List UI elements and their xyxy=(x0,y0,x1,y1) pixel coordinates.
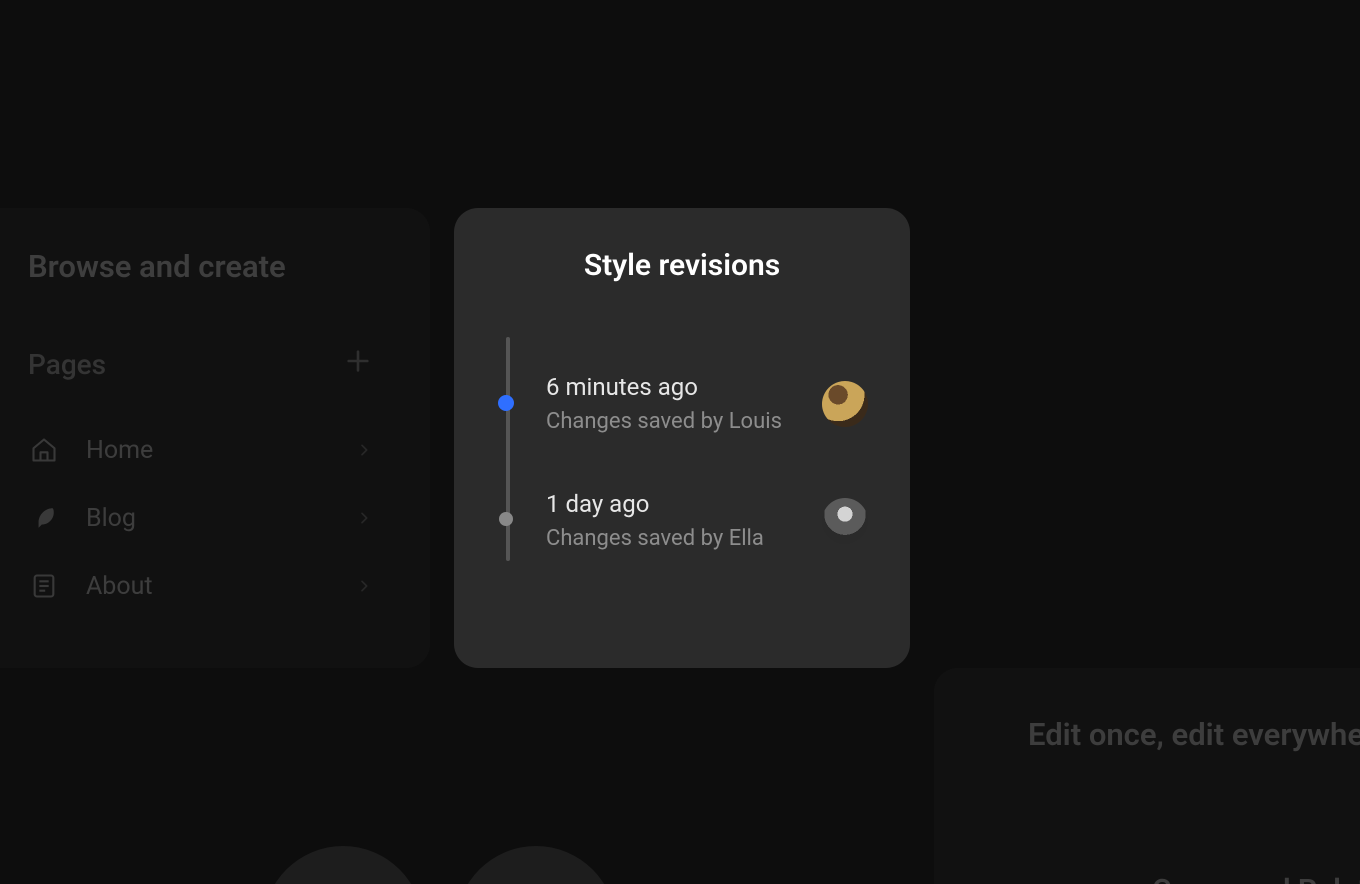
feather-icon xyxy=(28,502,60,534)
revision-item[interactable]: 1 day ago Changes saved by Ella xyxy=(546,490,868,551)
timeline-dot-icon xyxy=(498,395,514,411)
page-label: Home xyxy=(86,436,330,465)
page-row-home[interactable]: Home xyxy=(28,416,400,484)
command-palette-label: Command Palette xyxy=(1028,873,1360,884)
browse-create-card: Browse and create Pages Home Blog About xyxy=(0,208,430,668)
avatar xyxy=(822,498,868,544)
add-page-icon[interactable] xyxy=(344,347,372,382)
home-icon xyxy=(28,434,60,466)
revision-item[interactable]: 6 minutes ago Changes saved by Louis xyxy=(546,373,868,434)
page-row-about[interactable]: About xyxy=(28,552,400,620)
edit-everywhere-title: Edit once, edit everywhere xyxy=(1028,716,1360,753)
avatar xyxy=(822,381,868,427)
document-icon xyxy=(28,570,60,602)
revision-time: 6 minutes ago xyxy=(546,373,782,401)
revision-time: 1 day ago xyxy=(546,490,764,518)
style-revisions-title: Style revisions xyxy=(496,248,868,283)
chevron-right-icon xyxy=(356,572,372,601)
timeline-dot-icon xyxy=(499,512,513,526)
decorative-circle xyxy=(263,846,423,884)
style-revisions-card: Style revisions 6 minutes ago Changes sa… xyxy=(454,208,910,668)
decorative-circle xyxy=(456,846,616,884)
chevron-right-icon xyxy=(356,504,372,533)
page-row-blog[interactable]: Blog xyxy=(28,484,400,552)
revision-author: Changes saved by Ella xyxy=(546,526,764,551)
page-label: About xyxy=(86,572,330,601)
revision-text: 1 day ago Changes saved by Ella xyxy=(546,490,764,551)
pages-label: Pages xyxy=(28,348,106,381)
revision-text: 6 minutes ago Changes saved by Louis xyxy=(546,373,782,434)
revisions-timeline: 6 minutes ago Changes saved by Louis 1 d… xyxy=(496,373,868,551)
page-label: Blog xyxy=(86,504,330,533)
chevron-right-icon xyxy=(356,436,372,465)
pages-header: Pages xyxy=(28,347,400,382)
browse-create-title: Browse and create xyxy=(28,248,400,285)
revision-author: Changes saved by Louis xyxy=(546,409,782,434)
edit-everywhere-card: Edit once, edit everywhere Command Palet… xyxy=(934,668,1360,884)
